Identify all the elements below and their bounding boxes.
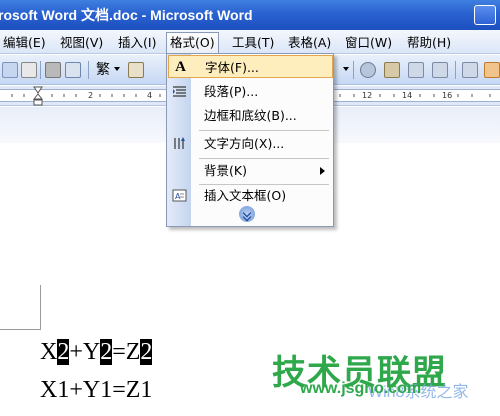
window-control-button[interactable] <box>474 5 496 25</box>
format-menu-dropdown: A 字体(F)... 段落(P)... 边框和底纹(B)... 文字方向(X).… <box>166 53 334 227</box>
menu-item-label: 边框和底纹(B)... <box>204 108 297 123</box>
preview-icon[interactable] <box>65 62 81 78</box>
globe-icon[interactable] <box>360 62 376 78</box>
menu-item-label: 文字方向(X)... <box>204 136 285 151</box>
document-icon[interactable] <box>21 62 37 78</box>
toolbar-separator <box>40 61 41 79</box>
ruler-number: 12 <box>362 91 373 100</box>
insert-excel-icon[interactable] <box>432 62 448 78</box>
selected-text: 2 <box>140 339 153 365</box>
formula-text: =Z <box>112 339 141 365</box>
menu-item-background[interactable]: 背景(K) <box>168 159 333 182</box>
menu-item-label: 字体(F)... <box>205 60 259 75</box>
chevron-down-icon[interactable] <box>343 67 349 71</box>
menu-item-paragraph[interactable]: 段落(P)... <box>168 80 333 103</box>
menu-view[interactable]: 视图(V) <box>57 33 106 52</box>
print-icon[interactable] <box>45 62 61 78</box>
menu-item-borders-shading[interactable]: 边框和底纹(B)... <box>168 104 333 127</box>
ruler-number: 16 <box>442 91 453 100</box>
formula-text: X <box>40 339 58 365</box>
menu-insert[interactable]: 插入(I) <box>115 33 159 52</box>
formula-text: +Y <box>69 339 101 365</box>
text-direction-icon <box>174 137 185 149</box>
menu-item-insert-text-box[interactable]: A 插入文本框(O) <box>168 184 333 207</box>
margin-corner-mark <box>40 285 41 330</box>
paragraph-icon <box>173 86 186 97</box>
menu-window[interactable]: 窗口(W) <box>342 33 395 52</box>
menu-bar: 编辑(E) 视图(V) 插入(I) 格式(O) 工具(T) 表格(A) 窗口(W… <box>0 30 500 54</box>
watermark-url: www.jsgho.com <box>300 380 422 397</box>
text-box-icon: A <box>172 189 187 202</box>
menu-tools[interactable]: 工具(T) <box>229 33 277 52</box>
drawing-icon[interactable] <box>484 62 500 78</box>
ruler-number: 2 <box>88 91 94 100</box>
toolbar-separator <box>455 61 456 79</box>
toolbar-separator <box>88 61 89 79</box>
menu-edit[interactable]: 编辑(E) <box>0 33 49 52</box>
menu-format[interactable]: 格式(O) <box>166 32 219 54</box>
toolbar-separator <box>353 61 354 79</box>
expand-menu-chevron-icon[interactable] <box>239 206 255 222</box>
margin-corner-mark <box>0 329 40 330</box>
insert-picture-icon[interactable] <box>384 62 400 78</box>
menu-item-label: 背景(K) <box>204 163 247 178</box>
menu-table[interactable]: 表格(A) <box>285 33 334 52</box>
columns-icon[interactable] <box>462 62 478 78</box>
table-icon[interactable] <box>408 62 424 78</box>
menu-separator <box>199 130 329 131</box>
traditional-chinese-button[interactable]: 繁 <box>96 61 110 79</box>
window-title: rosoft Word 文档.doc - Microsoft Word <box>0 7 253 23</box>
submenu-arrow-icon <box>320 167 325 175</box>
ruler-number: 4 <box>147 91 153 100</box>
formula-line-1[interactable]: X2+Y2=Z2 <box>40 337 153 367</box>
menu-help[interactable]: 帮助(H) <box>404 33 454 52</box>
menu-item-font[interactable]: A 字体(F)... <box>168 55 333 78</box>
menu-item-text-direction[interactable]: 文字方向(X)... <box>168 132 333 155</box>
formula-line-2[interactable]: X1+Y1=Z1 <box>40 375 152 405</box>
selected-text: 2 <box>57 339 70 365</box>
selected-text: 2 <box>100 339 113 365</box>
title-bar: rosoft Word 文档.doc - Microsoft Word <box>0 0 500 30</box>
print-preview-icon[interactable] <box>2 62 18 78</box>
ruler-number: 14 <box>402 91 413 100</box>
font-icon: A <box>175 59 186 75</box>
menu-item-label: 插入文本框(O) <box>204 188 287 203</box>
chevron-down-icon[interactable] <box>114 67 120 71</box>
spelling-icon[interactable] <box>128 62 144 78</box>
menu-item-label: 段落(P)... <box>204 84 259 99</box>
